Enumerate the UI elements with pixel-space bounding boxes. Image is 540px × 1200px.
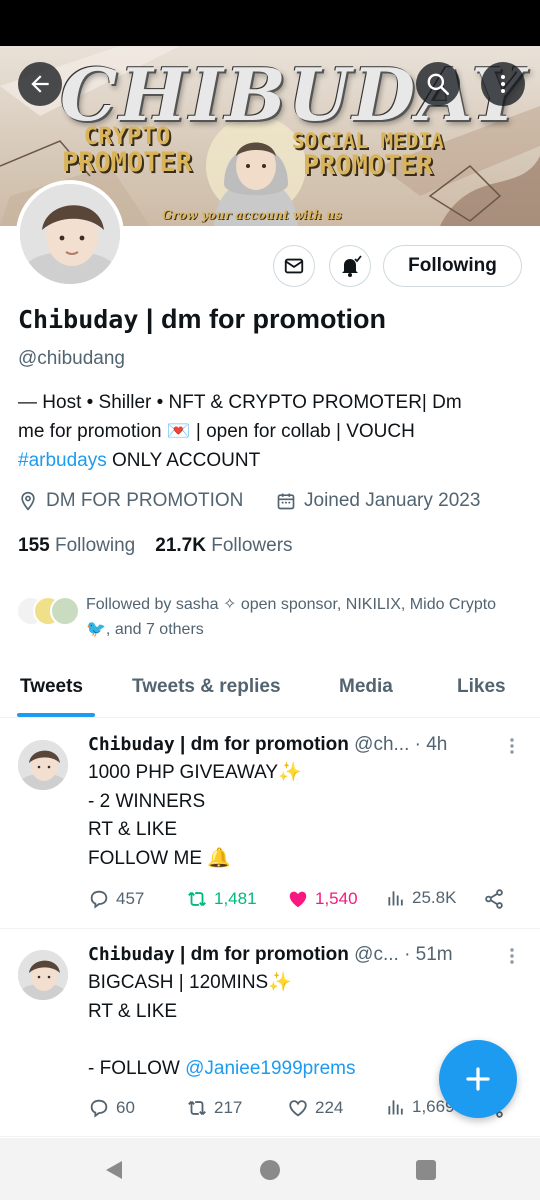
- mention-link[interactable]: @Janiee1999prems: [185, 1058, 355, 1079]
- following-count-link[interactable]: 155 Following: [18, 535, 135, 556]
- avatar-image: [18, 740, 68, 790]
- location-pin-icon: [21, 491, 35, 511]
- plus-icon: [466, 1067, 490, 1091]
- bird-emoji: 🐦: [86, 621, 106, 638]
- retweet-button[interactable]: 217: [186, 1097, 242, 1119]
- heart-icon: [289, 1100, 307, 1117]
- back-button[interactable]: [18, 62, 62, 106]
- tweet-header: Chibuday | dm for promotion @ch... · 4h: [88, 734, 448, 755]
- calendar-icon: [277, 493, 295, 510]
- home-circle-icon[interactable]: [258, 1158, 282, 1182]
- tweet-author-avatar[interactable]: [18, 740, 68, 790]
- mail-icon: [284, 258, 304, 274]
- recents-square-icon[interactable]: [414, 1158, 438, 1182]
- avatar-image: [18, 950, 68, 1000]
- followed-by-text: Followed by sasha ✧ open sponsor, NIKILI…: [86, 596, 497, 638]
- compose-tweet-button[interactable]: [439, 1040, 517, 1118]
- views-chart-icon: [388, 891, 403, 906]
- message-button[interactable]: [273, 245, 315, 287]
- retweet-button[interactable]: 1,481: [186, 888, 257, 910]
- reply-button[interactable]: 457: [88, 888, 144, 910]
- views-chart-icon: [388, 1100, 403, 1115]
- more-options-button[interactable]: [481, 62, 525, 106]
- notifications-button[interactable]: [329, 245, 371, 287]
- search-button[interactable]: [416, 62, 460, 106]
- display-name: Chibuday | dm for promotion: [18, 304, 386, 334]
- banner-right-text: SOCIAL MEDIA PROMOTER: [292, 129, 444, 182]
- tweet-author-avatar[interactable]: [18, 950, 68, 1000]
- tweet-more-icon[interactable]: [505, 947, 519, 965]
- arrow-left-icon: [31, 75, 49, 93]
- retweet-icon: [188, 1100, 206, 1116]
- tweet-text: BIGCASH | 120MINS✨ RT & LIKE - FOLLOW @J…: [88, 972, 356, 1079]
- following-button[interactable]: Following: [383, 245, 522, 287]
- tweet-text: 1000 PHP GIVEAWAY✨ - 2 WINNERS RT & LIKE…: [88, 762, 302, 869]
- more-vertical-icon: [501, 75, 505, 93]
- system-navigation-bar: [0, 1138, 540, 1200]
- reply-button[interactable]: 60: [88, 1097, 135, 1119]
- tweet-actions: 457 1,481 1,540 25.8K: [88, 888, 518, 914]
- back-triangle-icon[interactable]: [102, 1158, 126, 1182]
- love-letter-emoji: 💌: [166, 421, 191, 442]
- followers-count-link[interactable]: 21.7K Followers: [155, 535, 292, 556]
- retweet-icon: [188, 891, 206, 907]
- tab-media[interactable]: Media: [339, 676, 393, 698]
- like-button[interactable]: 1,540: [287, 888, 358, 910]
- avatar-image: [20, 184, 120, 284]
- like-button[interactable]: 224: [287, 1097, 343, 1119]
- hashtag-link[interactable]: #arbudays: [18, 450, 107, 471]
- bell-check-icon: [342, 255, 362, 277]
- tweet-card[interactable]: Chibuday | dm for promotion @ch... · 4h …: [0, 719, 540, 929]
- tab-tweets[interactable]: Tweets: [20, 676, 83, 698]
- status-bar: [0, 0, 540, 46]
- tab-tweets-and-replies[interactable]: Tweets & replies: [132, 676, 281, 698]
- active-tab-indicator: [17, 713, 95, 717]
- share-icon: [485, 889, 503, 909]
- profile-bio: — Host • Shiller • NFT & CRYPTO PROMOTER…: [18, 392, 462, 471]
- reply-icon: [90, 1099, 108, 1118]
- reply-icon: [90, 890, 108, 909]
- search-icon: [427, 73, 450, 96]
- tweet-more-icon[interactable]: [505, 737, 519, 755]
- followed-by-avatars: [16, 596, 80, 630]
- tweet-header: Chibuday | dm for promotion @c... · 51m: [88, 944, 453, 965]
- tab-likes[interactable]: Likes: [457, 676, 506, 698]
- follow-counts: 155 Following 21.7K Followers: [18, 535, 293, 557]
- profile-location: DM FOR PROMOTION: [18, 490, 243, 512]
- banner-left-text: CRYPTO PROMOTER: [62, 122, 193, 179]
- profile-joined-date: Joined January 2023: [276, 490, 480, 512]
- user-handle: @chibudang: [18, 348, 125, 369]
- follower-avatar: [50, 596, 80, 626]
- share-button[interactable]: [483, 888, 505, 910]
- views-button[interactable]: 25.8K: [386, 888, 456, 908]
- heart-filled-icon: [289, 891, 307, 908]
- banner-tagline: Grow your account with us: [162, 208, 342, 222]
- profile-avatar[interactable]: [16, 180, 124, 288]
- profile-tabs: Tweets Tweets & replies Media Likes: [0, 660, 540, 718]
